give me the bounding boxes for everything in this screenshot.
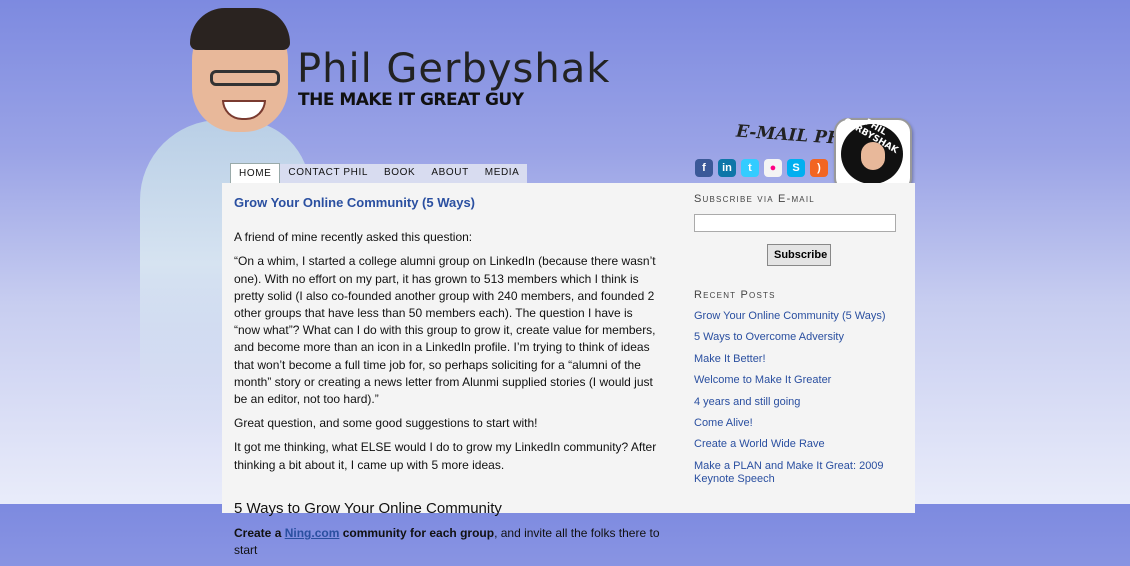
site-tagline: THE MAKE IT GREAT GUY (298, 90, 524, 110)
recent-post-link[interactable]: Come Alive! (694, 417, 904, 431)
recent-post-link[interactable]: Make It Better! (694, 353, 904, 367)
bold-start: Create a (234, 526, 285, 541)
facebook-icon[interactable]: f (695, 159, 713, 177)
nav-contact-phil[interactable]: CONTACT PHIL (280, 164, 377, 183)
post-title[interactable]: Grow Your Online Community (5 Ways) (234, 194, 662, 211)
recent-post-link[interactable]: 4 years and still going (694, 396, 904, 410)
subscribe-heading: Subscribe via E-mail (694, 193, 815, 205)
nav-about[interactable]: ABOUT (423, 164, 477, 183)
email-badge[interactable]: PHIL GERBYSHAK (834, 117, 912, 192)
sidebar: Subscribe via E-mail Subscribe Recent Po… (694, 193, 904, 495)
recent-posts: Recent Posts Grow Your Online Community … (694, 289, 904, 487)
recent-posts-heading: Recent Posts (694, 289, 776, 301)
recent-post-link[interactable]: 5 Ways to Overcome Adversity (694, 331, 904, 345)
recent-post-link[interactable]: Grow Your Online Community (5 Ways) (694, 310, 904, 324)
post-paragraph: Create a Ning.com community for each gro… (234, 525, 662, 559)
linkedin-icon[interactable]: in (718, 159, 736, 177)
glasses (210, 70, 280, 86)
recent-post-link[interactable]: Welcome to Make It Greater (694, 374, 904, 388)
subscribe-button[interactable]: Subscribe (767, 244, 831, 266)
main-nav: HOME CONTACT PHIL BOOK ABOUT MEDIA (230, 163, 528, 184)
nav-home[interactable]: HOME (230, 163, 281, 184)
recent-post-link[interactable]: Create a World Wide Rave (694, 438, 904, 452)
post-quote: “On a whim, I started a college alumni g… (234, 254, 656, 407)
social-icons: f in t ● S ) (695, 159, 828, 177)
site-title[interactable]: Phil Gerbyshak (297, 46, 610, 92)
recent-post-link[interactable]: Make a PLAN and Make It Great: 2009 Keyn… (694, 460, 904, 487)
post: Grow Your Online Community (5 Ways) A fr… (234, 191, 662, 566)
subscribe-email-input[interactable] (694, 214, 896, 232)
content-area: Grow Your Online Community (5 Ways) A fr… (222, 183, 915, 557)
post-subheading: 5 Ways to Grow Your Online Community (234, 499, 502, 517)
post-paragraph: A friend of mine recently asked this que… (234, 230, 473, 245)
bold-end: community for each group (339, 526, 495, 541)
hair (190, 8, 290, 50)
post-paragraph: Great question, and some good suggestion… (234, 416, 538, 431)
post-paragraph: It got me thinking, what ELSE would I do… (234, 440, 657, 472)
nav-media[interactable]: MEDIA (476, 164, 528, 183)
twitter-icon[interactable]: t (741, 159, 759, 177)
recent-posts-list: Grow Your Online Community (5 Ways) 5 Wa… (694, 310, 904, 487)
skype-icon[interactable]: S (787, 159, 805, 177)
ning-link[interactable]: Ning.com (285, 526, 340, 540)
flickr-icon[interactable]: ● (764, 159, 782, 177)
nav-book[interactable]: BOOK (376, 164, 424, 183)
rss-icon[interactable]: ) (810, 159, 828, 177)
